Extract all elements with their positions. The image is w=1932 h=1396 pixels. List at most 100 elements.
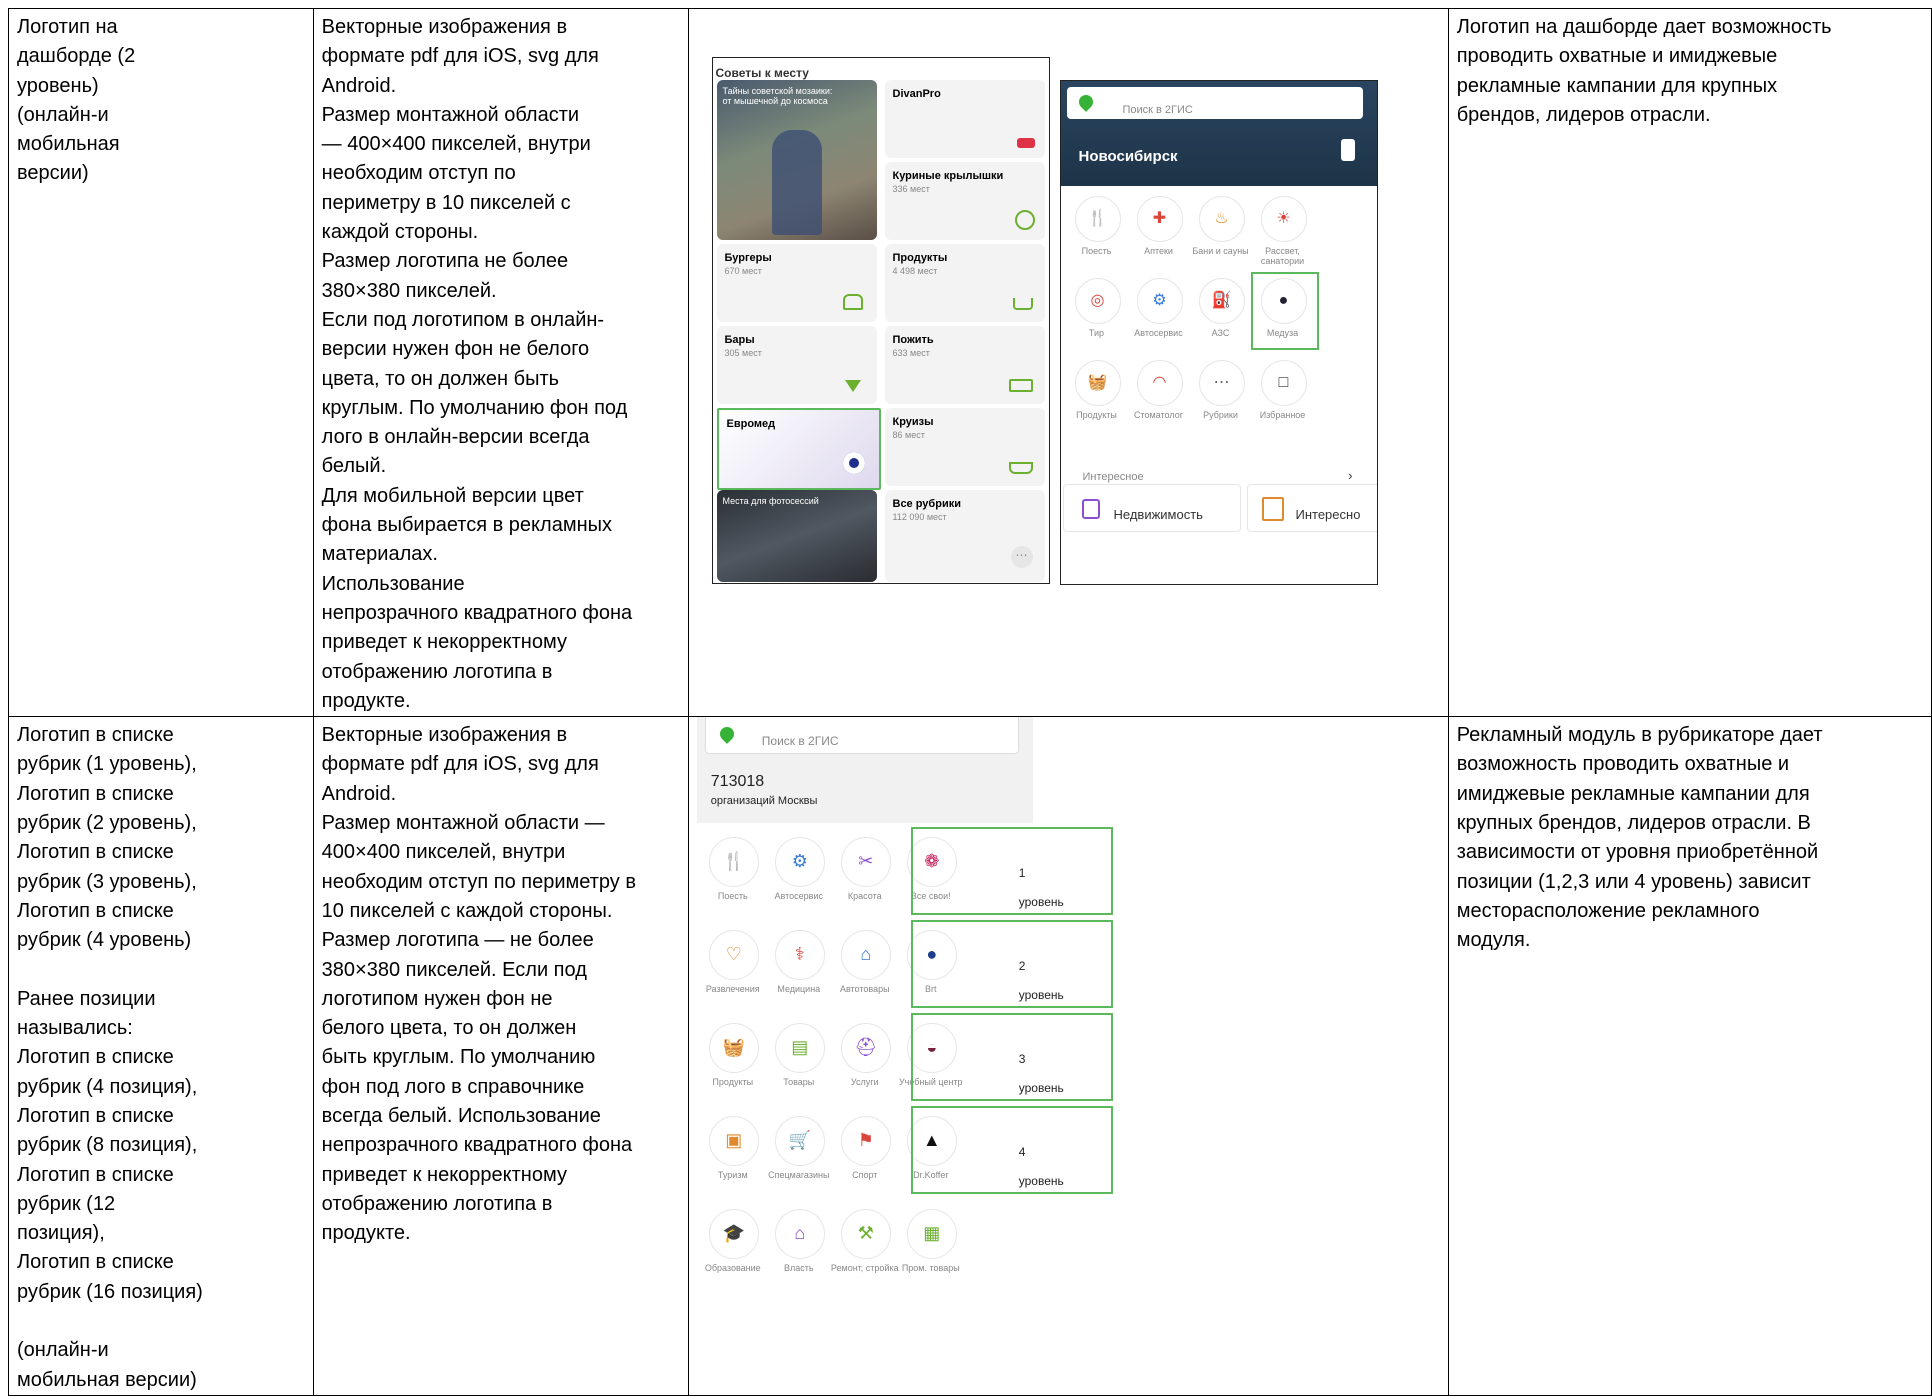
rubric-icon[interactable]: ⚕: [774, 930, 825, 981]
dashboard-item-icon[interactable]: 🧺: [1074, 359, 1121, 406]
city-emblem-icon: [1340, 138, 1355, 161]
dashboard-item-icon[interactable]: ♨: [1198, 195, 1245, 242]
rubric-label: Продукты: [712, 1077, 754, 1088]
search-bar[interactable]: Поиск в 2ГИС: [704, 717, 1019, 755]
rubric-label: Ремонт, стройка: [830, 1263, 899, 1274]
rubric-icon[interactable]: ▤: [774, 1023, 825, 1074]
search-bar[interactable]: Поиск в 2ГИС: [1066, 86, 1363, 119]
screenshot-cell: Советы к месту Тайны советской мозаики: …: [687, 7, 1449, 718]
placement-name: Логотип на дашборде (2 уровень) (онлайн-…: [17, 16, 136, 185]
dashboard-item-icon[interactable]: ⚙: [1136, 277, 1183, 324]
highlight-box: [1250, 271, 1319, 350]
rubric-icon[interactable]: ▦: [906, 1209, 957, 1260]
mosaic-figure: [771, 129, 822, 235]
rubric-icon[interactable]: 🛒: [774, 1116, 825, 1167]
dashboard-item-label: Тир: [1088, 327, 1105, 338]
rubric-icon[interactable]: 🎓: [708, 1209, 759, 1260]
rubric-icon[interactable]: 🍴: [708, 837, 759, 888]
rubric-icon[interactable]: ♡: [708, 930, 759, 981]
tips-card-highlighted[interactable]: Евромед: [716, 407, 881, 490]
tips-hero-card: Тайны советской мозаики: от мышечной до …: [716, 79, 877, 240]
search-placeholder: Поиск в 2ГИС: [1122, 103, 1193, 116]
burger-icon: [842, 293, 863, 310]
more-icon: ⋯: [1010, 545, 1033, 568]
org-count-caption: организаций Москвы: [710, 795, 818, 808]
screenshot-rubricator: Поиск в 2ГИС 713018 организаций Москвы 🍴…: [696, 717, 1113, 1338]
ship-icon: [1008, 461, 1033, 474]
tips-card[interactable]: DivanPro: [884, 79, 1045, 158]
dashboard-item-icon[interactable]: ◎: [1074, 277, 1121, 324]
dashboard-item-icon[interactable]: ⋯: [1198, 359, 1245, 406]
tips-card[interactable]: Пожить 633 мест: [884, 325, 1045, 404]
requirements-text: Векторные изображения в формате pdf для …: [321, 16, 633, 712]
pin-icon: [716, 724, 737, 745]
pin-icon: [1075, 91, 1096, 112]
chip-realty[interactable]: Недвижимость: [1062, 483, 1241, 532]
dashboard-item-label: Избранное: [1259, 409, 1306, 420]
dashboard-item-label: Автосервис: [1134, 327, 1183, 338]
signpost-icon: [1261, 496, 1284, 521]
rubric-icon[interactable]: ⌂: [774, 1209, 825, 1260]
dashboard-item-icon[interactable]: ✚: [1136, 195, 1183, 242]
dashboard-item-label: Поесть: [1081, 245, 1112, 256]
rubric-label: Автосервис: [774, 891, 823, 902]
tips-card[interactable]: Куриные крылышки 336 мест: [884, 161, 1045, 240]
placement-description: Логотип на дашборде дает возможность про…: [1456, 16, 1832, 126]
table-row: Логотип на дашборде (2 уровень) (онлайн-…: [8, 7, 1932, 718]
rubric-label: Услуги: [850, 1077, 879, 1088]
chip-interesting[interactable]: Интересно: [1246, 483, 1377, 532]
tips-card[interactable]: Бары 305 мест: [716, 325, 877, 404]
eye-logo-icon: [842, 451, 865, 474]
dashboard-item-icon[interactable]: 🍴: [1074, 195, 1121, 242]
level-label: 2 уровень: [1018, 959, 1064, 1003]
screenshot-tips: Советы к месту Тайны советской мозаики: …: [711, 56, 1050, 584]
dashboard-item-label: Аптеки: [1144, 245, 1173, 256]
dashboard-item-icon[interactable]: □: [1260, 359, 1307, 406]
tips-photo-card[interactable]: Места для фотосессий: [716, 489, 877, 582]
rubric-icon[interactable]: ⛑: [840, 1023, 891, 1074]
rubric-label: Спецмагазины: [768, 1170, 830, 1181]
sofa-icon: [1016, 137, 1035, 148]
level-label: 4 уровень: [1018, 1145, 1064, 1189]
rubric-label: Развлечения: [705, 984, 760, 995]
rubric-label: Образование: [704, 1263, 761, 1274]
dashboard-item-icon[interactable]: ⛽: [1198, 277, 1245, 324]
rubric-label: Туризм: [717, 1170, 748, 1181]
document-page: Логотип на дашборде (2 уровень) (онлайн-…: [0, 0, 1932, 1396]
rubric-icon[interactable]: ⚙: [774, 837, 825, 888]
rubric-icon[interactable]: ▣: [708, 1116, 759, 1167]
level-highlight-box: [910, 1013, 1113, 1102]
rubric-icon[interactable]: ⌂: [840, 930, 891, 981]
table-row: Логотип в списке рубрик (1 уровень), Лог…: [8, 716, 1932, 1396]
tips-card[interactable]: Продукты 4 498 мест: [884, 243, 1045, 322]
rubric-label: Власть: [783, 1263, 814, 1274]
tips-card[interactable]: Круизы 86 мест: [884, 407, 1045, 486]
rubric-label: Медицина: [777, 984, 821, 995]
cocktail-icon: [844, 379, 861, 392]
level-label: 3 уровень: [1018, 1052, 1064, 1096]
rubric-icon[interactable]: ✂: [840, 837, 891, 888]
dashboard-item-label: Стоматолог: [1134, 409, 1183, 420]
rubric-label: Спорт: [852, 1170, 878, 1181]
rubric-icon[interactable]: ⚑: [840, 1116, 891, 1167]
placement-name: Логотип в списке рубрик (1 уровень), Лог…: [17, 724, 203, 1391]
tips-card[interactable]: Все рубрики 112 090 мест ⋯: [884, 489, 1045, 582]
search-placeholder: Поиск в 2ГИС: [761, 734, 839, 749]
city-title: Новосибирск: [1078, 147, 1178, 165]
requirements-text: Векторные изображения в формате pdf для …: [321, 724, 636, 1245]
tips-card[interactable]: Бургеры 670 мест: [716, 243, 877, 322]
bed-icon: [1008, 378, 1033, 392]
chicken-icon: [1014, 209, 1035, 230]
rubric-icon[interactable]: ⚒: [840, 1209, 891, 1260]
building-icon: [1081, 498, 1100, 519]
ad-specs-table: Логотип на дашборде (2 уровень) (онлайн-…: [8, 7, 1932, 1396]
dashboard-item-icon[interactable]: ☀: [1260, 195, 1307, 242]
rubric-label: Автотовары: [839, 984, 890, 995]
level-highlight-box: [910, 827, 1113, 916]
rubric-icon[interactable]: 🧺: [708, 1023, 759, 1074]
level-highlight-box: [910, 1106, 1113, 1195]
level-label: 1 уровень: [1018, 866, 1064, 910]
tips-hero-title: Тайны советской мозаики: от мышечной до …: [722, 85, 833, 106]
dashboard-item-icon[interactable]: ◠: [1136, 359, 1183, 406]
rubric-label: Красота: [847, 891, 882, 902]
